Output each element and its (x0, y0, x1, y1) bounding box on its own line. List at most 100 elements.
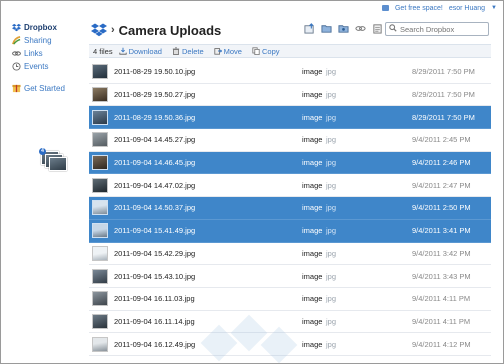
image-thumbnail (92, 245, 108, 261)
file-name[interactable]: 2011-09-04 16.11.03.jpg (114, 294, 302, 303)
selected-count: 4 files (93, 46, 113, 56)
delete-button[interactable]: Delete (172, 47, 204, 56)
file-row[interactable]: 2011-08-29 19.50.27.jpg image jpg 8/29/2011… (89, 84, 491, 107)
background-watermark (196, 314, 306, 363)
file-kind: image (302, 90, 323, 100)
file-kind: image (302, 226, 323, 236)
file-extension: jpg (326, 271, 337, 281)
account-bar: Get free space! esor Huang ▼ (381, 3, 497, 13)
show-deleted-icon[interactable] (372, 23, 383, 34)
file-extension: jpg (326, 226, 337, 236)
delete-label: Delete (181, 46, 204, 56)
file-extension: jpg (326, 158, 337, 168)
drag-preview: 4 (39, 148, 69, 173)
file-name[interactable]: 2011-09-04 14.45.27.jpg (114, 135, 302, 144)
dropbox-logo-icon[interactable] (91, 23, 107, 37)
file-name[interactable]: 2011-08-29 19.50.36.jpg (114, 113, 302, 122)
file-modified-date: 9/4/2011 2:45 PM (412, 135, 471, 145)
link-icon (12, 49, 21, 58)
file-row[interactable]: 2011-09-04 14.50.37.jpg image jpg 9/4/2011 … (89, 197, 491, 220)
file-kind: image (302, 248, 323, 258)
new-folder-icon[interactable] (321, 23, 332, 34)
file-kind: image (302, 135, 323, 145)
user-menu[interactable]: esor Huang (449, 5, 485, 12)
drag-count-badge: 4 (39, 148, 46, 155)
file-extension: jpg (326, 294, 337, 304)
get-free-space-link[interactable]: Get free space! (395, 5, 443, 12)
file-row[interactable]: 2011-09-04 14.46.45.jpg image jpg 9/4/2011 … (89, 151, 491, 175)
file-name[interactable]: 2011-08-29 19.50.10.jpg (114, 67, 302, 76)
download-label: Download (128, 46, 162, 56)
file-modified-date: 9/4/2011 2:47 PM (412, 180, 471, 190)
upload-icon[interactable] (304, 23, 315, 34)
file-modified-date: 8/29/2011 7:50 PM (412, 112, 475, 122)
search-box[interactable] (385, 22, 489, 36)
search-input[interactable] (400, 24, 488, 34)
file-extension: jpg (326, 90, 337, 100)
file-row[interactable]: 2011-09-04 15.43.10.jpg image jpg 9/4/2011 … (89, 265, 491, 288)
sidebar-item-sharing[interactable]: Sharing (1, 34, 79, 47)
sidebar-item-label: Sharing (24, 36, 52, 45)
file-name[interactable]: 2011-09-04 14.46.45.jpg (114, 158, 302, 167)
file-extension: jpg (326, 135, 337, 145)
sidebar-item-label: Get Started (24, 84, 65, 93)
file-name[interactable]: 2011-08-29 19.50.27.jpg (114, 90, 302, 99)
file-row[interactable]: 2011-09-04 14.45.27.jpg image jpg 9/4/2011 … (89, 129, 491, 152)
header-toolbar (304, 23, 383, 34)
file-name[interactable]: 2011-09-04 14.50.37.jpg (114, 203, 302, 212)
image-thumbnail (92, 177, 108, 193)
download-button[interactable]: Download (118, 46, 162, 56)
sharing-icon (12, 36, 21, 45)
sidebar-item-get-started[interactable]: Get Started (1, 82, 79, 95)
file-extension: jpg (326, 203, 337, 213)
gift-icon (381, 5, 389, 11)
chevron-down-icon[interactable]: ▼ (491, 5, 497, 11)
get-link-icon[interactable] (355, 23, 366, 34)
file-modified-date: 9/4/2011 4:11 PM (412, 316, 471, 326)
breadcrumb-separator: › (111, 24, 115, 36)
file-row[interactable]: 2011-09-04 15.42.29.jpg image jpg 9/4/2011 … (89, 243, 491, 266)
file-row[interactable]: 2011-09-04 16.11.03.jpg image jpg 9/4/2011 … (89, 288, 491, 311)
sidebar-item-events[interactable]: Events (1, 60, 79, 73)
file-modified-date: 9/4/2011 3:41 PM (412, 226, 471, 236)
move-icon (214, 47, 222, 55)
image-thumbnail (92, 223, 108, 239)
file-modified-date: 8/29/2011 7:50 PM (412, 67, 475, 77)
file-kind: image (302, 271, 323, 281)
file-row[interactable]: 2011-08-29 19.50.10.jpg image jpg 8/29/2011… (89, 61, 491, 84)
image-thumbnail (92, 268, 108, 284)
file-name[interactable]: 2011-09-04 14.47.02.jpg (114, 181, 302, 190)
move-button[interactable]: Move (214, 47, 242, 56)
dropbox-window: Get free space! esor Huang ▼ Dropbox Sha… (0, 0, 504, 364)
sidebar-item-dropbox[interactable]: Dropbox (1, 21, 79, 34)
file-kind: image (302, 67, 323, 77)
file-extension: jpg (326, 248, 337, 258)
page-header: › Camera Uploads (91, 19, 499, 41)
file-row[interactable]: 2011-08-29 19.50.36.jpg image jpg 8/29/2011… (89, 106, 491, 130)
file-modified-date: 9/4/2011 3:42 PM (412, 248, 471, 258)
move-label: Move (223, 46, 242, 56)
file-modified-date: 9/4/2011 4:12 PM (412, 339, 471, 349)
page-title: Camera Uploads (118, 22, 222, 38)
image-thumbnail (92, 64, 108, 80)
image-thumbnail (92, 109, 108, 125)
file-name[interactable]: 2011-09-04 15.41.49.jpg (114, 226, 302, 235)
sidebar: Dropbox Sharing Links Events Get Started (1, 21, 79, 95)
selection-action-bar: 4 files Download Delete Move Copy (89, 44, 491, 58)
file-row[interactable]: 2011-09-04 15.41.49.jpg image jpg 9/4/2011 … (89, 219, 491, 243)
sidebar-item-links[interactable]: Links (1, 47, 79, 60)
drag-thumb (49, 157, 67, 171)
file-modified-date: 9/4/2011 2:50 PM (412, 203, 471, 213)
file-name[interactable]: 2011-09-04 15.42.29.jpg (114, 249, 302, 258)
file-kind: image (302, 112, 323, 122)
file-row[interactable]: 2011-09-04 14.47.02.jpg image jpg 9/4/2011 … (89, 174, 491, 198)
image-thumbnail (92, 155, 108, 171)
image-thumbnail (92, 313, 108, 329)
file-modified-date: 9/4/2011 4:11 PM (412, 294, 471, 304)
dropbox-icon (12, 23, 21, 32)
file-name[interactable]: 2011-09-04 15.43.10.jpg (114, 272, 302, 281)
copy-button[interactable]: Copy (252, 47, 280, 56)
copy-label: Copy (261, 46, 280, 56)
file-extension: jpg (326, 316, 337, 326)
shared-folder-icon[interactable] (338, 23, 349, 34)
